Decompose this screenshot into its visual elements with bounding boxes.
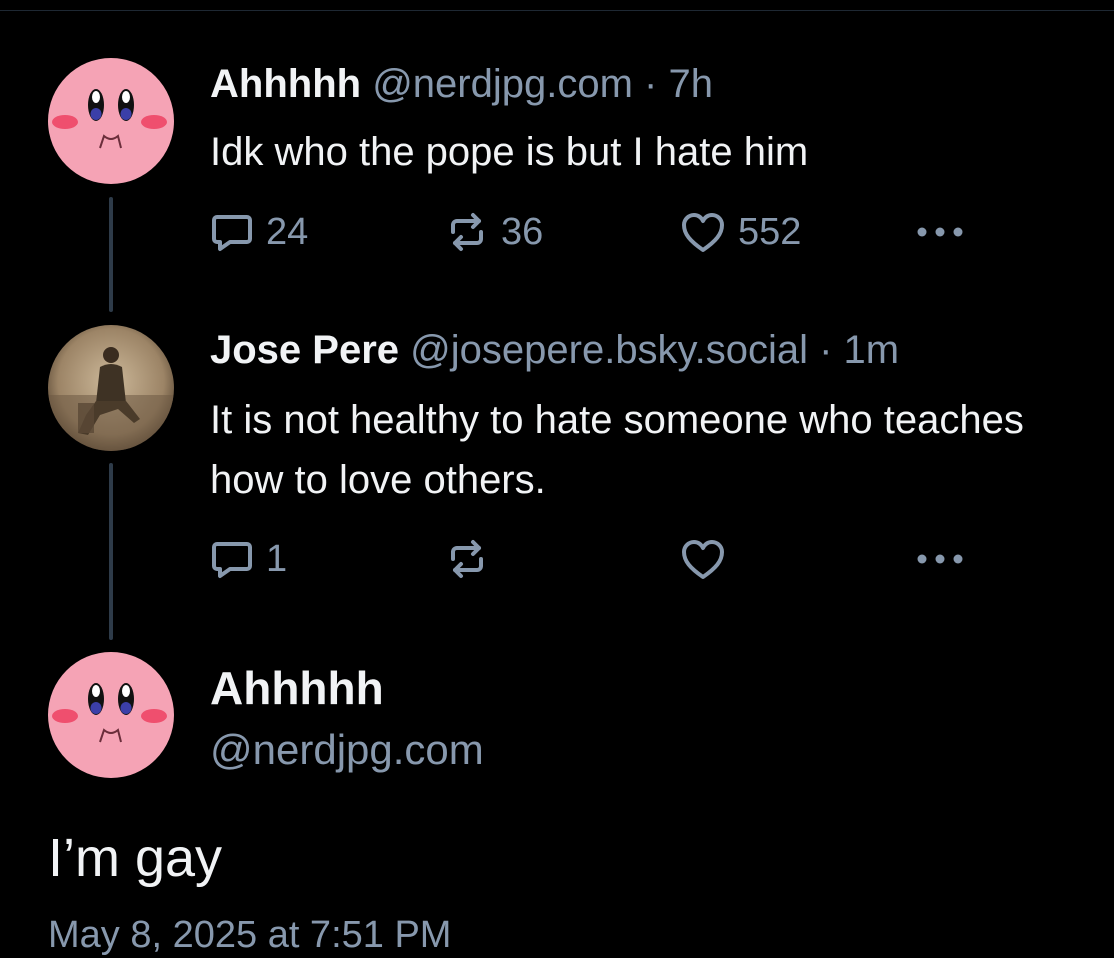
thread-line bbox=[109, 463, 113, 640]
heart-icon bbox=[682, 540, 724, 579]
avatar-vintage-photo[interactable] bbox=[48, 325, 174, 451]
repost-count: 36 bbox=[501, 210, 544, 253]
separator-dot: · bbox=[644, 62, 658, 106]
like-count: 552 bbox=[738, 210, 802, 253]
more-options-button[interactable] bbox=[910, 207, 970, 257]
post-timestamp: May 8, 2025 at 7:51 PM bbox=[48, 914, 452, 956]
like-button[interactable]: 552 bbox=[680, 207, 801, 257]
avatar-kirby[interactable] bbox=[48, 652, 174, 778]
avatar-kirby[interactable] bbox=[48, 58, 174, 184]
reply-button[interactable]: 24 bbox=[210, 207, 308, 257]
vintage-photo-avatar-icon bbox=[48, 325, 174, 451]
post-time[interactable]: 7h bbox=[669, 62, 714, 106]
separator-dot: · bbox=[819, 328, 833, 372]
like-button[interactable] bbox=[680, 534, 738, 584]
kirby-avatar-icon bbox=[48, 58, 174, 184]
repost-arrows-icon bbox=[451, 540, 483, 578]
main-display-name[interactable]: Ahhhhh bbox=[210, 660, 384, 716]
reply-count: 24 bbox=[266, 210, 309, 253]
post-text: Idk who the pope is but I hate him bbox=[210, 130, 809, 174]
post-header: Jose Pere @josepere.bsky.social · 1m bbox=[210, 326, 899, 374]
ellipsis-icon bbox=[917, 227, 963, 237]
repost-arrows-icon bbox=[451, 213, 483, 251]
display-name[interactable]: Jose Pere bbox=[210, 328, 399, 372]
post-actions: 24 36 552 bbox=[210, 207, 990, 257]
display-name[interactable]: Ahhhhh bbox=[210, 62, 361, 106]
ellipsis-icon bbox=[917, 554, 963, 564]
heart-icon bbox=[682, 213, 724, 252]
reply-bubble-icon bbox=[212, 542, 252, 578]
post-actions: 1 bbox=[210, 534, 990, 584]
reply-bubble-icon bbox=[212, 215, 252, 251]
repost-button[interactable] bbox=[445, 534, 501, 584]
thread-line bbox=[109, 197, 113, 312]
user-handle[interactable]: @nerdjpg.com bbox=[372, 62, 633, 106]
reply-count: 1 bbox=[266, 537, 288, 580]
kirby-avatar-icon bbox=[48, 652, 174, 778]
repost-button[interactable]: 36 bbox=[445, 207, 543, 257]
top-divider bbox=[0, 0, 1114, 11]
main-user-handle[interactable]: @nerdjpg.com bbox=[210, 724, 484, 776]
reply-button[interactable]: 1 bbox=[210, 534, 287, 584]
post-text: It is not healthy to hate someone who te… bbox=[210, 398, 1024, 502]
post-header: Ahhhhh @nerdjpg.com · 7h bbox=[210, 60, 713, 108]
post-time[interactable]: 1m bbox=[844, 328, 900, 372]
user-handle[interactable]: @josepere.bsky.social bbox=[410, 328, 808, 372]
more-options-button[interactable] bbox=[910, 534, 970, 584]
main-post-text: I’m gay bbox=[48, 828, 223, 888]
